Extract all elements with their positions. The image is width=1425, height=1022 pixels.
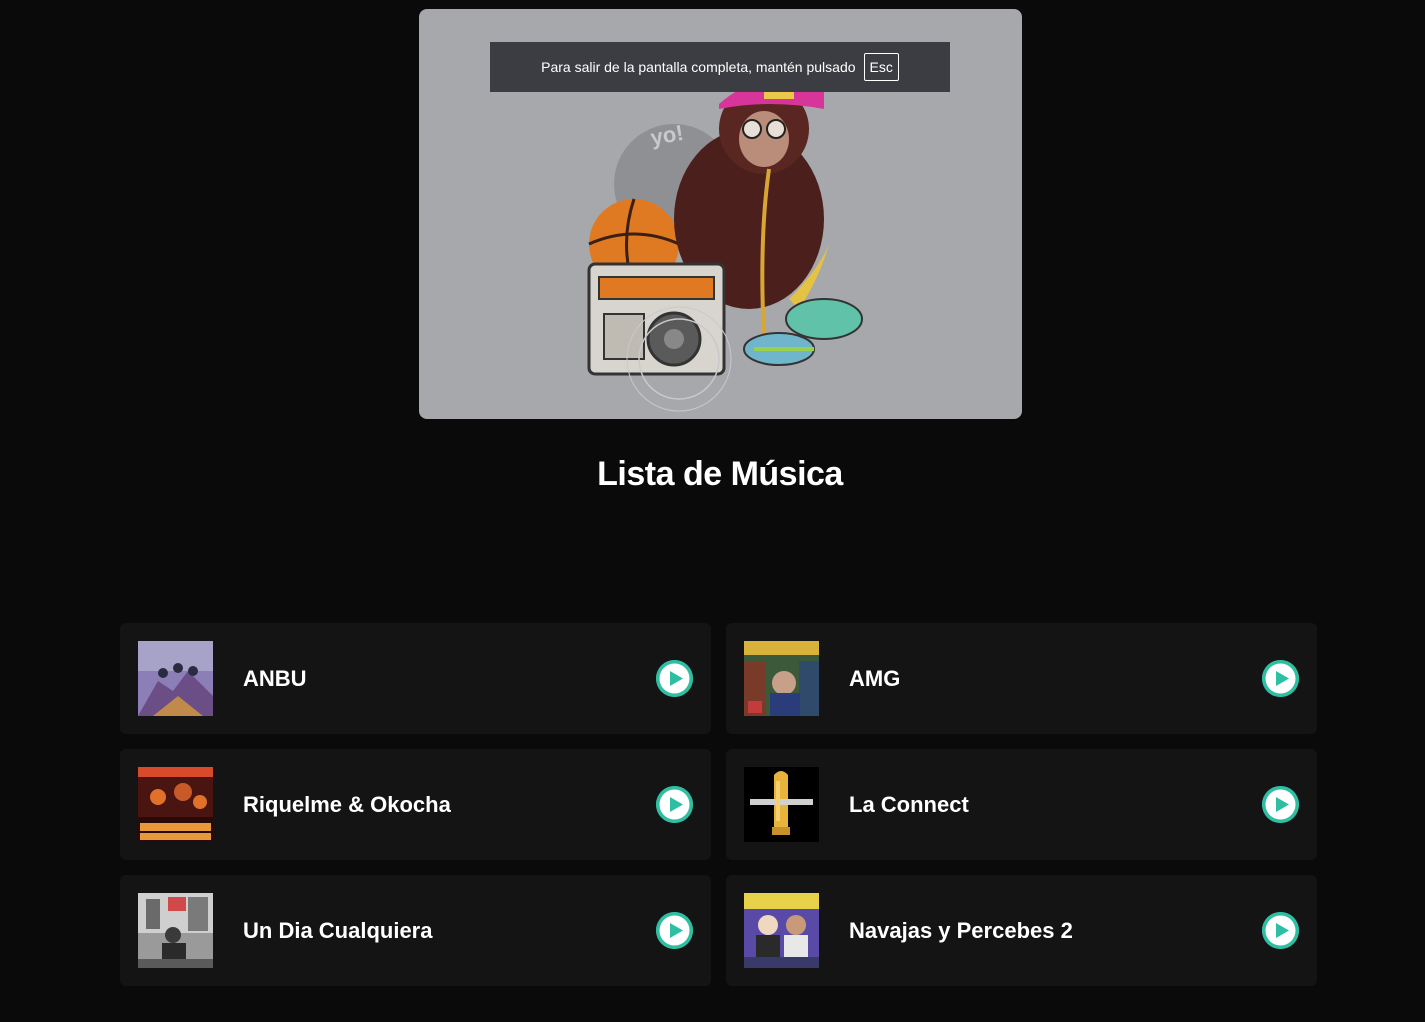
mountain-group-cover — [138, 641, 213, 716]
album-cover — [138, 641, 213, 716]
play-icon — [656, 912, 693, 949]
album-cover — [138, 767, 213, 842]
song-card[interactable]: Un Dia Cualquiera — [120, 875, 711, 986]
play-icon — [656, 660, 693, 697]
album-cover — [744, 641, 819, 716]
fullscreen-notice-text: Para salir de la pantalla completa, mant… — [541, 59, 856, 75]
song-card[interactable]: AMG — [726, 623, 1317, 734]
song-title: Navajas y Percebes 2 — [849, 918, 1073, 943]
fullscreen-exit-notice: Para salir de la pantalla completa, mant… — [490, 42, 950, 92]
play-button[interactable] — [1262, 912, 1299, 949]
album-cover — [744, 893, 819, 968]
song-card[interactable]: Riquelme & Okocha — [120, 749, 711, 860]
play-icon — [1262, 912, 1299, 949]
song-title: AMG — [849, 666, 901, 691]
song-card[interactable]: Navajas y Percebes 2 — [726, 875, 1317, 986]
play-button[interactable] — [656, 660, 693, 697]
song-title: La Connect — [849, 792, 969, 817]
bw-street-cover — [138, 893, 213, 968]
song-title: Riquelme & Okocha — [243, 792, 451, 817]
page-title: Lista de Música — [597, 455, 843, 493]
play-button[interactable] — [656, 912, 693, 949]
song-title: Un Dia Cualquiera — [243, 918, 433, 943]
street-group-cover — [744, 641, 819, 716]
play-icon — [1262, 786, 1299, 823]
golden-bullet-cover — [744, 767, 819, 842]
cartoon-duo-cover — [744, 893, 819, 968]
play-icon — [1262, 660, 1299, 697]
song-card[interactable]: ANBU — [120, 623, 711, 734]
red-concert-cover — [138, 767, 213, 842]
play-button[interactable] — [1262, 660, 1299, 697]
esc-key-hint: Esc — [863, 53, 899, 81]
album-cover — [744, 767, 819, 842]
song-title: ANBU — [243, 666, 307, 691]
play-button[interactable] — [1262, 786, 1299, 823]
album-cover — [138, 893, 213, 968]
play-icon — [656, 786, 693, 823]
play-button[interactable] — [656, 786, 693, 823]
song-card[interactable]: La Connect — [726, 749, 1317, 860]
